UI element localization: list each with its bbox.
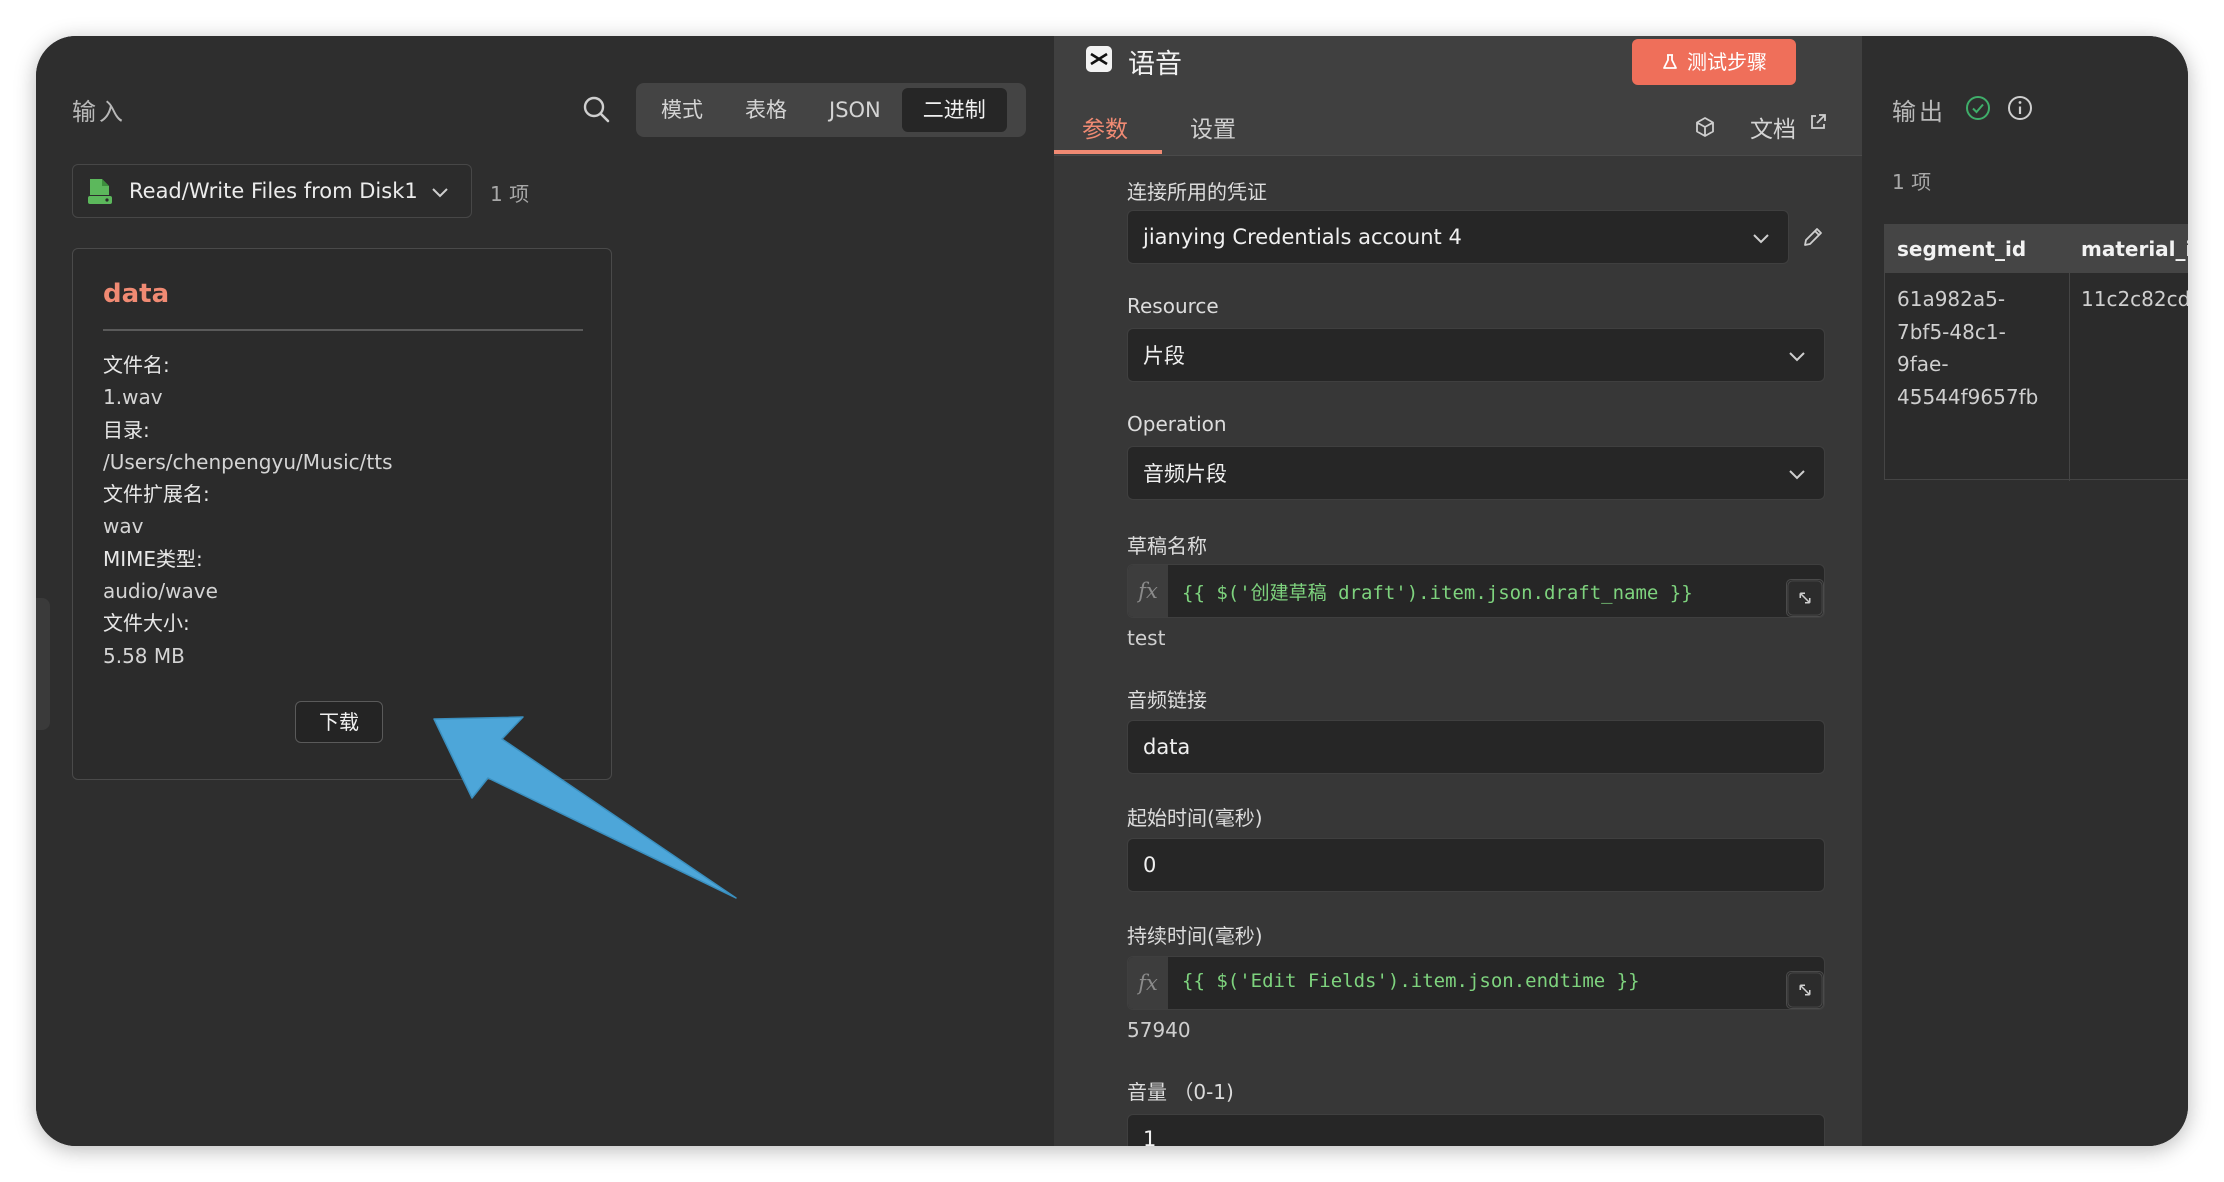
- directory-label: 目录:: [103, 417, 150, 442]
- output-panel-title: 输出: [1892, 98, 1946, 126]
- resource-label: Resource: [1127, 294, 1219, 318]
- divider: [103, 329, 583, 331]
- input-panel: 输入 模式 表格 JSON 二进制 Read/Write Files from …: [36, 36, 1056, 1146]
- volume-label: 音量 （0-1): [1127, 1080, 1234, 1104]
- start-time-input[interactable]: 0: [1127, 838, 1825, 892]
- resource-select[interactable]: 片段: [1127, 328, 1825, 382]
- draft-name-expression: {{ $('创建草稿 draft').item.json.draft_name …: [1182, 582, 1693, 604]
- draft-name-result: test: [1127, 626, 1166, 650]
- test-step-button[interactable]: 测试步骤: [1632, 39, 1796, 85]
- flask-icon: [1663, 54, 1677, 69]
- capcut-logo-icon: [1086, 46, 1112, 72]
- operation-label: Operation: [1127, 412, 1227, 436]
- input-node-label: Read/Write Files from Disk1: [129, 179, 418, 203]
- resource-value: 片段: [1143, 344, 1185, 368]
- download-button[interactable]: 下载: [295, 701, 383, 743]
- file-name-value: 1.wav: [103, 385, 163, 410]
- credential-value: jianying Credentials account 4: [1143, 225, 1462, 249]
- tab-parameters[interactable]: 参数: [1082, 110, 1128, 144]
- view-mode-switch: 模式 表格 JSON 二进制: [636, 83, 1026, 137]
- fx-icon: fx: [1128, 957, 1168, 1009]
- view-mode-schema[interactable]: 模式: [640, 88, 724, 132]
- input-items-count: 1 项: [490, 182, 530, 206]
- fx-icon: fx: [1128, 565, 1168, 617]
- credential-select[interactable]: jianying Credentials account 4: [1127, 210, 1789, 264]
- app-window: 输入 模式 表格 JSON 二进制 Read/Write Files from …: [36, 36, 2188, 1146]
- file-extension-label: 文件扩展名:: [103, 482, 210, 507]
- duration-result: 57940: [1127, 1018, 1191, 1042]
- file-extension-value: wav: [103, 514, 144, 539]
- duration-expression: {{ $('Edit Fields').item.json.endtime }}: [1182, 970, 1640, 992]
- view-mode-binary[interactable]: 二进制: [901, 88, 1007, 132]
- chevron-down-icon: [1789, 352, 1805, 362]
- chevron-down-icon: [432, 188, 448, 198]
- node-title: 语音: [1128, 49, 1182, 80]
- view-mode-json[interactable]: JSON: [808, 88, 902, 132]
- expand-editor-icon[interactable]: [1786, 971, 1824, 1009]
- cell-material-id: 11c2c82cdb3e: [2081, 287, 2188, 311]
- chevron-down-icon: [1753, 234, 1769, 244]
- view-mode-table[interactable]: 表格: [724, 88, 808, 132]
- file-size-value: 5.58 MB: [103, 643, 185, 668]
- operation-select[interactable]: 音频片段: [1127, 446, 1825, 500]
- duration-label: 持续时间(毫秒): [1127, 924, 1263, 948]
- draft-name-expression-field[interactable]: fx {{ $('创建草稿 draft').item.json.draft_na…: [1127, 564, 1825, 618]
- table-header: segment_id material_id: [1885, 225, 2188, 273]
- input-node-selector[interactable]: Read/Write Files from Disk1: [72, 164, 472, 218]
- draft-name-label: 草稿名称: [1127, 534, 1207, 558]
- expand-editor-icon[interactable]: [1786, 579, 1824, 617]
- node-parameters-panel: 语音 测试步骤 参数 设置 文档 连接所用的凭证 jianying Creden…: [1054, 36, 1862, 1146]
- start-time-label: 起始时间(毫秒): [1127, 806, 1263, 830]
- duration-expression-field[interactable]: fx {{ $('Edit Fields').item.json.endtime…: [1127, 956, 1825, 1010]
- mime-type-value: audio/wave: [103, 579, 218, 604]
- operation-value: 音频片段: [1143, 462, 1227, 486]
- input-panel-title: 输入: [72, 98, 126, 126]
- file-size-label: 文件大小:: [103, 611, 190, 636]
- file-node-icon: [88, 179, 112, 204]
- column-header-material-id: material_id: [2081, 237, 2188, 261]
- panel-resize-handle[interactable]: [36, 598, 50, 730]
- column-divider: [2069, 225, 2070, 481]
- external-link-icon[interactable]: [1808, 112, 1828, 132]
- output-panel: 输出 1 项 segment_id material_id 61a982a5- …: [1862, 36, 2188, 1146]
- active-tab-indicator: [1054, 150, 1162, 154]
- output-items-count: 1 项: [1892, 170, 1932, 194]
- credential-label: 连接所用的凭证: [1127, 180, 1267, 204]
- chevron-down-icon: [1789, 470, 1805, 480]
- column-header-segment-id: segment_id: [1897, 237, 2027, 261]
- edit-pencil-icon[interactable]: [1800, 224, 1826, 250]
- audio-url-label: 音频链接: [1127, 688, 1207, 712]
- docs-link[interactable]: 文档: [1750, 110, 1796, 144]
- file-name-label: 文件名:: [103, 353, 170, 377]
- test-step-label: 测试步骤: [1687, 50, 1767, 74]
- output-table: segment_id material_id 61a982a5- 7bf5-48…: [1884, 224, 2188, 481]
- volume-input[interactable]: 1: [1127, 1114, 1825, 1146]
- check-circle-icon: [1966, 96, 1990, 120]
- binary-metadata: 文件名: 1.wav 目录: /Users/chenpengyu/Music/t…: [103, 349, 393, 672]
- cell-segment-id: 61a982a5- 7bf5-48c1- 9fae- 45544f9657fb: [1897, 287, 2039, 409]
- node-header: 语音 测试步骤 参数 设置 文档: [1054, 36, 1862, 156]
- audio-url-input[interactable]: data: [1127, 720, 1825, 774]
- binary-property-name: data: [103, 279, 170, 309]
- binary-data-card: data 文件名: 1.wav 目录: /Users/chenpengyu/Mu…: [72, 248, 612, 780]
- volume-value: 1: [1143, 1127, 1157, 1146]
- tab-settings[interactable]: 设置: [1190, 110, 1236, 144]
- directory-value: /Users/chenpengyu/Music/tts: [103, 449, 393, 474]
- audio-url-value: data: [1143, 735, 1191, 759]
- start-time-value: 0: [1143, 853, 1157, 877]
- info-icon[interactable]: [2006, 94, 2034, 122]
- mime-type-label: MIME类型:: [103, 546, 203, 571]
- cube-icon[interactable]: [1694, 116, 1716, 138]
- search-icon[interactable]: [581, 94, 611, 124]
